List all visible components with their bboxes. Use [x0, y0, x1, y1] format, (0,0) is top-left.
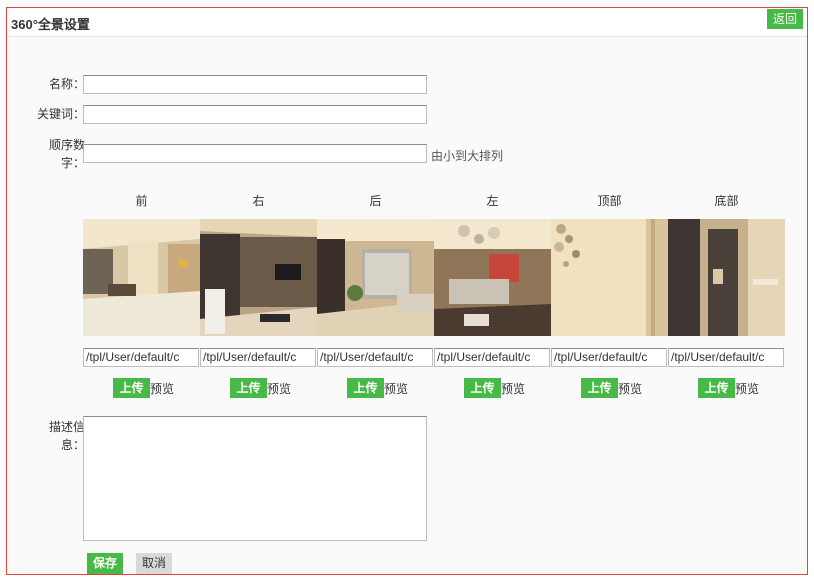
face-label-right: 右: [252, 194, 265, 208]
preview-link-front[interactable]: 预览: [150, 380, 174, 397]
order-input[interactable]: [83, 144, 427, 163]
pano-image-right: [200, 219, 317, 336]
name-label: 名称：: [48, 77, 85, 91]
upload-button-bottom[interactable]: 上传: [698, 378, 735, 398]
path-input-front[interactable]: /tpl/User/default/c: [83, 348, 199, 367]
pano-image-top: [551, 219, 668, 336]
path-input-right[interactable]: /tpl/User/default/c: [200, 348, 316, 367]
path-input-top[interactable]: /tpl/User/default/c: [551, 348, 667, 367]
preview-link-bottom[interactable]: 预览: [735, 380, 759, 397]
desc-label-line2: 息：: [60, 438, 85, 452]
pano-image-bottom: [668, 219, 785, 336]
name-input[interactable]: [83, 75, 427, 94]
preview-link-top[interactable]: 预览: [618, 380, 642, 397]
order-label: 顺序数 字：: [7, 136, 85, 172]
preview-link-left[interactable]: 预览: [501, 380, 525, 397]
panel-header: 360°全景设置 返回: [7, 8, 807, 37]
desc-label: 描述信 息：: [7, 418, 85, 454]
path-input-back[interactable]: /tpl/User/default/c: [317, 348, 433, 367]
desc-label-line1: 描述信: [48, 420, 85, 434]
pano-image-back: [317, 219, 434, 336]
face-label-left: 左: [486, 194, 499, 208]
face-label-top: 顶部: [597, 194, 622, 208]
keyword-input[interactable]: [83, 105, 427, 124]
keyword-label: 关键词：: [36, 107, 85, 121]
save-button[interactable]: 保存: [87, 553, 123, 574]
preview-link-back[interactable]: 预览: [384, 380, 408, 397]
path-input-bottom[interactable]: /tpl/User/default/c: [668, 348, 784, 367]
upload-button-back[interactable]: 上传: [347, 378, 384, 398]
description-textarea[interactable]: [83, 416, 427, 541]
face-label-bottom: 底部: [714, 194, 739, 208]
upload-button-left[interactable]: 上传: [464, 378, 501, 398]
upload-button-right[interactable]: 上传: [230, 378, 267, 398]
pano-image-front: [83, 219, 200, 336]
face-label-front: 前: [135, 194, 148, 208]
cancel-button[interactable]: 取消: [136, 553, 172, 574]
upload-button-front[interactable]: 上传: [113, 378, 150, 398]
preview-link-right[interactable]: 预览: [267, 380, 291, 397]
panorama-settings-panel: 360°全景设置 返回 名称： 关键词： 顺序数 字： 由小到大排列 前 右 后…: [6, 7, 808, 575]
order-hint: 由小到大排列: [431, 149, 504, 163]
upload-button-top[interactable]: 上传: [581, 378, 618, 398]
order-label-line2: 字：: [60, 156, 85, 170]
order-label-line1: 顺序数: [48, 138, 85, 152]
pano-image-left: [434, 219, 551, 336]
back-button[interactable]: 返回: [767, 9, 803, 29]
path-input-left[interactable]: /tpl/User/default/c: [434, 348, 550, 367]
page-title: 360°全景设置: [11, 17, 90, 32]
face-label-back: 后: [369, 194, 382, 208]
